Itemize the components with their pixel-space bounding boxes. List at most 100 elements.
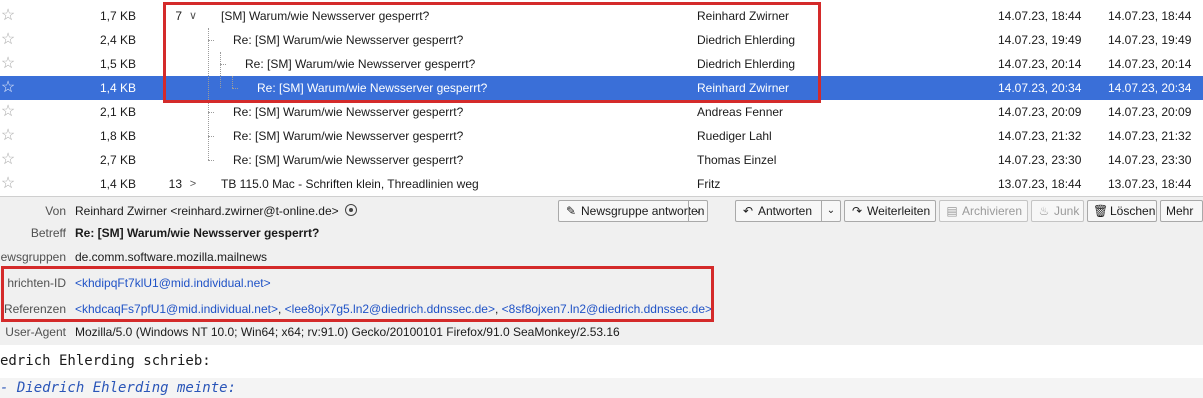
- message-size: 2,7 KB: [99, 153, 136, 167]
- message-received: 14.07.23, 23:30: [1108, 153, 1192, 167]
- message-subject: Re: [SM] Warum/wie Newsserver gesperrt?: [233, 153, 464, 167]
- message-subject: Re: [SM] Warum/wie Newsserver gesperrt?: [233, 105, 464, 119]
- from-value[interactable]: Reinhard Zwirner <reinhard.zwirner@t-onl…: [75, 200, 357, 222]
- message-size: 1,4 KB: [99, 177, 136, 191]
- junk-button[interactable]: ♨ Junk: [1031, 200, 1084, 222]
- junk-icon: ♨: [1038, 204, 1050, 218]
- message-received: 14.07.23, 20:09: [1108, 105, 1192, 119]
- thread-count: 13: [168, 177, 182, 191]
- message-size: 2,1 KB: [99, 105, 136, 119]
- subject-value: Re: [SM] Warum/wie Newsserver gesperrt?: [75, 226, 320, 240]
- message-size: 1,5 KB: [99, 57, 136, 71]
- star-icon[interactable]: ☆: [0, 100, 16, 124]
- reference-separator: ,: [494, 302, 499, 316]
- thread-tree-join: [208, 112, 214, 113]
- message-author: Diedrich Ehlerding: [697, 57, 796, 71]
- message-author: Andreas Fenner: [697, 105, 784, 119]
- archive-icon: ▤: [946, 204, 958, 218]
- messageid-label: hrichten-ID: [7, 276, 66, 290]
- forward-icon: ↷: [851, 204, 863, 218]
- thread-row[interactable]: ☆ 1,7 KB 7 ∨ [SM] Warum/wie Newsserver g…: [0, 4, 1203, 28]
- message-received: 13.07.23, 18:44: [1108, 177, 1192, 191]
- header-newsgroups-row: ewsgruppen de.comm.software.mozilla.mail…: [0, 246, 1203, 268]
- message-received: 14.07.23, 20:34: [1108, 81, 1192, 95]
- header-useragent-row: User-Agent Mozilla/5.0 (Windows NT 10.0;…: [0, 321, 1203, 343]
- message-body[interactable]: edrich Ehlerding schrieb: - Diedrich Ehl…: [0, 345, 1203, 398]
- chevron-down-icon[interactable]: ⌄: [688, 201, 707, 221]
- reply-label: Antworten: [758, 204, 813, 218]
- star-icon[interactable]: ☆: [0, 4, 16, 28]
- message-received: 14.07.23, 19:49: [1108, 33, 1192, 47]
- thread-tree-join: [232, 88, 238, 89]
- message-date: 14.07.23, 20:09: [998, 105, 1082, 119]
- more-button[interactable]: Mehr: [1160, 200, 1203, 222]
- thread-row[interactable]: ☆ 1,5 KB Re: [SM] Warum/wie Newsserver g…: [0, 52, 1203, 76]
- more-label: Mehr: [1166, 204, 1194, 218]
- useragent-label: User-Agent: [5, 325, 66, 339]
- thread-row[interactable]: ☆ 2,7 KB Re: [SM] Warum/wie Newsserver g…: [0, 148, 1203, 172]
- from-address[interactable]: Reinhard Zwirner <reinhard.zwirner@t-onl…: [75, 204, 339, 218]
- message-date: 14.07.23, 21:32: [998, 129, 1082, 143]
- reply-newsgroup-label: Newsgruppe antworten: [581, 204, 705, 218]
- reference-link[interactable]: <khdcaqFs7pfU1@mid.individual.net>: [75, 302, 278, 316]
- message-subject: Re: [SM] Warum/wie Newsserver gesperrt?: [233, 33, 464, 47]
- reply-newsgroup-button[interactable]: ✎ Newsgruppe antworten ⌄: [558, 200, 708, 222]
- star-icon[interactable]: ☆: [0, 124, 16, 148]
- trash-icon: 🗑: [1093, 204, 1109, 218]
- quoted-attribution-text: Diedrich Ehlerding meinte:: [16, 380, 237, 396]
- forward-button[interactable]: ↷ Weiterleiten: [844, 200, 936, 222]
- message-date: 14.07.23, 23:30: [998, 153, 1082, 167]
- message-size: 1,4 KB: [99, 81, 136, 95]
- star-icon[interactable]: ☆: [0, 52, 16, 76]
- thread-row[interactable]: ☆ 1,8 KB Re: [SM] Warum/wie Newsserver g…: [0, 124, 1203, 148]
- star-icon[interactable]: ☆: [0, 76, 16, 100]
- from-label: Von: [45, 204, 66, 218]
- chevron-right-icon[interactable]: >: [186, 172, 200, 196]
- message-author: Reinhard Zwirner: [697, 81, 790, 95]
- subject-label: Betreff: [30, 226, 66, 240]
- chevron-down-icon[interactable]: ⌄: [821, 201, 840, 221]
- newsgroups-value[interactable]: de.comm.software.mozilla.mailnews: [75, 246, 267, 268]
- message-date: 14.07.23, 20:34: [998, 81, 1082, 95]
- message-size: 1,8 KB: [99, 129, 136, 143]
- star-icon[interactable]: ☆: [0, 28, 16, 52]
- reply-button[interactable]: ↶ Antworten ⌄: [735, 200, 841, 222]
- thread-tree-join: [220, 64, 226, 65]
- archive-label: Archivieren: [962, 204, 1023, 218]
- message-author: Reinhard Zwirner: [697, 9, 790, 23]
- message-date: 14.07.23, 19:49: [998, 33, 1082, 47]
- thread-list[interactable]: ☆ 1,7 KB 7 ∨ [SM] Warum/wie Newsserver g…: [0, 0, 1203, 197]
- star-icon[interactable]: ☆: [0, 172, 16, 196]
- thread-row-selected[interactable]: ☆ 1,4 KB Re: [SM] Warum/wie Newsserver g…: [0, 76, 1203, 100]
- references-value: <khdcaqFs7pfU1@mid.individual.net>, <lee…: [75, 298, 712, 320]
- message-date: 13.07.23, 18:44: [998, 177, 1082, 191]
- chevron-down-icon[interactable]: ∨: [186, 4, 200, 28]
- reference-link[interactable]: <8sf8ojxen7.ln2@diedrich.ddnssec.de>: [502, 302, 712, 316]
- message-size: 1,7 KB: [99, 9, 136, 23]
- message-author: Fritz: [697, 177, 721, 191]
- message-author: Thomas Einzel: [697, 153, 777, 167]
- delete-button[interactable]: 🗑 Löschen: [1087, 200, 1157, 222]
- security-icon[interactable]: [344, 204, 357, 216]
- message-date: 14.07.23, 20:14: [998, 57, 1082, 71]
- messageid-link[interactable]: <khdipqFt7klU1@mid.individual.net>: [75, 272, 271, 294]
- message-size: 2,4 KB: [99, 33, 136, 47]
- message-header-pane: Von Reinhard Zwirner <reinhard.zwirner@t…: [0, 197, 1203, 345]
- message-subject: TB 115.0 Mac - Schriften klein, Threadli…: [221, 177, 479, 191]
- thread-tree-join: [208, 160, 214, 161]
- useragent-value: Mozilla/5.0 (Windows NT 10.0; Win64; x64…: [75, 325, 620, 339]
- message-subject: Re: [SM] Warum/wie Newsserver gesperrt?: [257, 81, 488, 95]
- attribution-line: edrich Ehlerding schrieb:: [0, 353, 211, 369]
- star-icon[interactable]: ☆: [0, 148, 16, 172]
- thread-row[interactable]: ☆ 2,4 KB Re: [SM] Warum/wie Newsserver g…: [0, 28, 1203, 52]
- message-subject: Re: [SM] Warum/wie Newsserver gesperrt?: [233, 129, 464, 143]
- thread-tree-join: [208, 40, 214, 41]
- message-subject: Re: [SM] Warum/wie Newsserver gesperrt?: [245, 57, 476, 71]
- thread-row[interactable]: ☆ 1,4 KB 13 > TB 115.0 Mac - Schriften k…: [0, 172, 1203, 196]
- message-date: 14.07.23, 18:44: [998, 9, 1082, 23]
- archive-button[interactable]: ▤ Archivieren: [939, 200, 1028, 222]
- forward-label: Weiterleiten: [867, 204, 931, 218]
- reference-link[interactable]: <lee8ojx7g5.ln2@diedrich.ddnssec.de>: [285, 302, 495, 316]
- message-subject: [SM] Warum/wie Newsserver gesperrt?: [221, 9, 430, 23]
- thread-row[interactable]: ☆ 2,1 KB Re: [SM] Warum/wie Newsserver g…: [0, 100, 1203, 124]
